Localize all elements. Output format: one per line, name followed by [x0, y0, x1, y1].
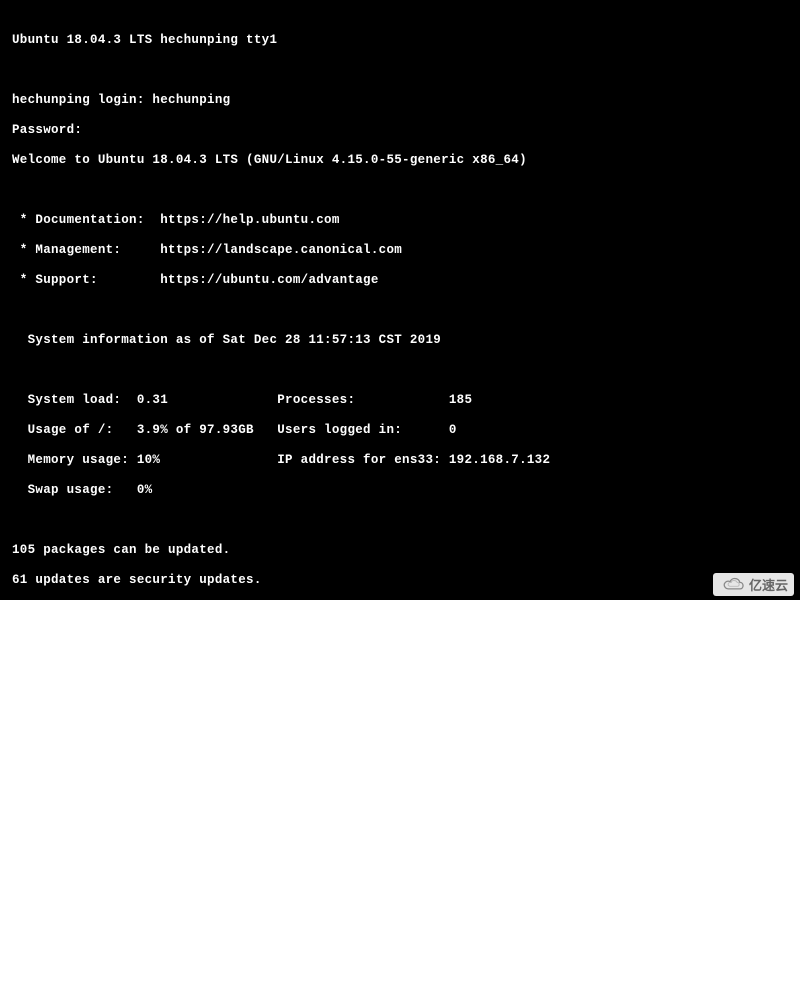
- blank: [12, 303, 788, 318]
- legal-text: the exact distribution terms for each pr…: [12, 693, 788, 708]
- blank: [12, 363, 788, 378]
- os-header: Ubuntu 18.04.3 LTS hechunping tty1: [12, 33, 788, 48]
- password-prompt: Password:: [12, 123, 788, 138]
- blank: [12, 933, 788, 948]
- blank: [12, 633, 788, 648]
- sudo-hint: To run a command as administrator (user …: [12, 873, 788, 888]
- sudo-hint: See "man sudo_root" for details.: [12, 903, 788, 918]
- support-link: * Support: https://ubuntu.com/advantage: [12, 273, 788, 288]
- sysinfo-row: Memory usage: 10% IP address for ens33: …: [12, 453, 788, 468]
- updates-packages: 105 packages can be updated.: [12, 543, 788, 558]
- login-prompt: hechunping login: hechunping: [12, 93, 788, 108]
- sysinfo-header: System information as of Sat Dec 28 11:5…: [12, 333, 788, 348]
- updates-security: 61 updates are security updates.: [12, 573, 788, 588]
- doc-link: * Documentation: https://help.ubuntu.com: [12, 213, 788, 228]
- sysinfo-row: Usage of /: 3.9% of 97.93GB Users logged…: [12, 423, 788, 438]
- cloud-icon: [719, 577, 745, 593]
- terminal-screen[interactable]: Ubuntu 18.04.3 LTS hechunping tty1 hechu…: [0, 0, 800, 600]
- blank: [12, 603, 788, 618]
- blank: [12, 753, 788, 768]
- watermark-text: 亿速云: [749, 575, 788, 594]
- sysinfo-row: Swap usage: 0%: [12, 483, 788, 498]
- blank: [12, 513, 788, 528]
- legal-text: individual files in /usr/share/doc/*/cop…: [12, 723, 788, 738]
- sysinfo-row: System load: 0.31 Processes: 185: [12, 393, 788, 408]
- blank: [12, 63, 788, 78]
- legal-text: The programs included with the Ubuntu sy…: [12, 663, 788, 678]
- watermark: 亿速云: [713, 573, 794, 596]
- warranty-text: Ubuntu comes with ABSOLUTELY NO WARRANTY…: [12, 783, 788, 798]
- shell-prompt: hechunping@hechunping:~$: [12, 963, 207, 977]
- blank: [12, 843, 788, 858]
- welcome-line: Welcome to Ubuntu 18.04.3 LTS (GNU/Linux…: [12, 153, 788, 168]
- warranty-text: applicable law.: [12, 813, 788, 828]
- mgmt-link: * Management: https://landscape.canonica…: [12, 243, 788, 258]
- blank: [12, 183, 788, 198]
- shell-prompt-line[interactable]: hechunping@hechunping:~$: [12, 963, 788, 978]
- cursor-icon: [207, 975, 215, 977]
